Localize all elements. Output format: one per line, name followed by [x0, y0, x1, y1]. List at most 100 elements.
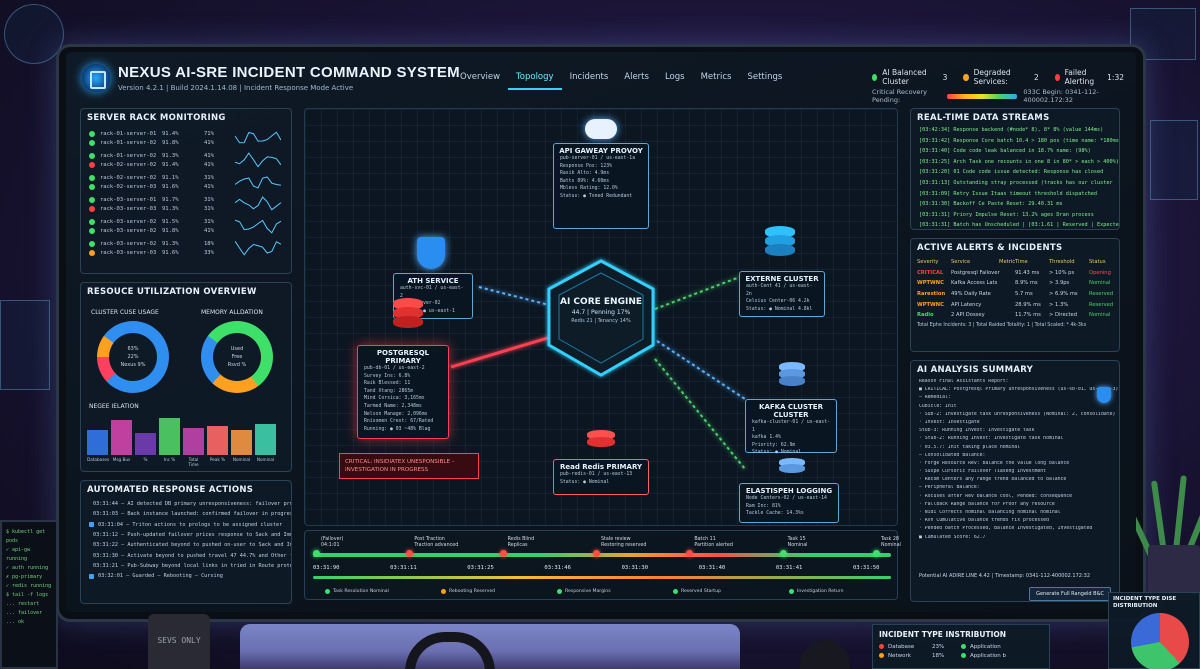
- alerts-column-header[interactable]: Threshold: [1049, 259, 1089, 265]
- timeline-event-label: Task 28 Nominal: [881, 537, 901, 548]
- timeline-time: 03:31:41: [775, 565, 803, 571]
- status-dot: [89, 161, 95, 168]
- background-chart-panel-right: [1150, 120, 1198, 200]
- tab-metrics[interactable]: Metrics: [693, 68, 740, 90]
- action-text: 03:31:12 – Push-updated failover prices …: [93, 532, 291, 539]
- action-list: 03:31:44 – AI detected DB primary unresp…: [81, 499, 291, 581]
- resource-panel: RESOUCE UTILIZATION OVERVIEW CLUSTER CUS…: [80, 282, 292, 472]
- resource-bar: [111, 419, 132, 455]
- timeline-legend-item: Reserved Startup: [673, 589, 721, 594]
- summary-row: · Invest: Investigate: [919, 419, 980, 425]
- node-detail: Ram Inc: 81%: [746, 503, 781, 509]
- alerts-table-header: Severity Service Metric Time Threshold Status: [911, 257, 1119, 268]
- postgresql-primary-node[interactable]: POSTGRESQL PRIMARY pub-db-01 / us-east-2…: [357, 345, 449, 439]
- server-cpu: 91.7%: [162, 196, 179, 203]
- tab-overview[interactable]: Overview: [452, 68, 508, 90]
- action-row[interactable]: 03:31:12 – Push-updated failover prices …: [81, 530, 291, 540]
- timeline-event[interactable]: Batch 11 Partition alerted: [686, 537, 733, 557]
- link-auth-core: [478, 286, 550, 306]
- alert-row[interactable]: CRITICAL Postgresql Failover 91.43 ms > …: [911, 268, 1119, 279]
- summary-row: – Remedial:: [919, 395, 951, 401]
- external-cluster-node[interactable]: EXTERNE CLUSTER auth-Cent 41 / us-east-2…: [739, 271, 825, 317]
- timeline-event[interactable]: (Failover) 04:1:01: [313, 537, 344, 557]
- action-row[interactable]: 03:32:01 – Guarded – Rebooting – Cursing: [81, 571, 291, 581]
- alert-row[interactable]: Rarestion 49% Daily Rate 5.7 ms > 6.9% m…: [911, 289, 1119, 300]
- action-row[interactable]: 03:31:44 – AI detected DB primary unresp…: [81, 499, 291, 509]
- shield-logo-icon: [82, 64, 110, 92]
- tab-settings[interactable]: Settings: [739, 68, 790, 90]
- kafka-cluster-node[interactable]: KAFKA CLUSTER CLUSTER kafka-cluster-01 /…: [745, 399, 837, 455]
- alert-row[interactable]: WPTWNC API Latency 28.9% ms > 1.3% Reser…: [911, 299, 1119, 310]
- alert-threshold: > 10% ps: [1049, 269, 1075, 276]
- elasticsearch-logging-node[interactable]: ELASTISPEH LOGGING Node Centers-02 / us-…: [739, 483, 839, 523]
- tab-incidents[interactable]: Incidents: [562, 68, 617, 90]
- sparkline: [235, 219, 281, 234]
- alerts-column-header[interactable]: Metric: [999, 259, 1015, 265]
- server-mem: 41%: [204, 161, 214, 168]
- alerts-column-header[interactable]: Status: [1089, 259, 1119, 265]
- timeline-time: 03:31:90: [313, 565, 340, 571]
- node-detail: Node Centers-02 / us-east-14: [746, 496, 827, 501]
- node-detail: Rnisomen Crest: 67/Rated: [364, 419, 434, 425]
- alert-severity: WPTWNC: [917, 301, 944, 308]
- server-cpu: 91.3%: [162, 152, 179, 159]
- sparkline: [235, 176, 281, 189]
- server-cpu: 91.4%: [162, 161, 179, 168]
- server-mem: 41%: [204, 227, 214, 234]
- panel-title: AUTOMATED RESPONSE ACTIONS: [87, 485, 254, 495]
- server-name: rack-01-server-02: [100, 139, 157, 146]
- timeline-event-label: (Failover) 04:1:01: [321, 537, 344, 548]
- alerts-column-header[interactable]: Service: [951, 259, 999, 265]
- summary-row: · Rocuses after Rev balance cool, Pended…: [919, 493, 1073, 499]
- timeline-event[interactable]: Stale review Restoring reserved: [593, 537, 646, 557]
- server-cpu: 91.5%: [162, 218, 179, 225]
- summary-row: · Stub-2: Running Invest: Investigate ta…: [919, 436, 1064, 442]
- core-engine-label[interactable]: AI CORE ENGINE 44.7 | Penning 17% Redis …: [549, 297, 653, 324]
- node-detail: Status: ● Toned Redundant: [560, 193, 633, 199]
- api-gateway-node[interactable]: API GAWEAY PROVOY pub-server-01 / us-eas…: [553, 143, 649, 229]
- automated-actions-panel: AUTOMATED RESPONSE ACTIONS 03:31:44 – AI…: [80, 480, 292, 604]
- rack-group: rack-03-server-02 91.5% 31% rack-03-serv…: [81, 217, 291, 235]
- critical-alert-banner[interactable]: CRITICAL: INSIDIATEX UNESPONSIBLE – INVE…: [339, 453, 479, 479]
- action-row[interactable]: 03:31:03 – Back instance launched: confi…: [81, 509, 291, 519]
- panel-title: SERVER RACK MONITORING: [87, 113, 226, 123]
- stream-row: [03:31:42] Response Core batch 10.4 > 18…: [919, 137, 1119, 144]
- alert-row[interactable]: WPTWNC Kafka Access Lats 8.9% ms > 3.9ps…: [911, 278, 1119, 289]
- alerts-table-body: CRITICAL Postgresql Failover 91.43 ms > …: [911, 268, 1119, 321]
- timeline-event[interactable]: Task 15 Nominal: [779, 537, 808, 557]
- alert-row[interactable]: Radio 2 API Dossey 11.7% ms > Directed N…: [911, 310, 1119, 321]
- resource-bar-labels: Databases Msg Bus% Inc % Total Time Peak % No…: [87, 457, 281, 467]
- action-text: 03:31:30 – Activate beyond to pushed tra…: [93, 552, 291, 559]
- alerts-column-header[interactable]: Time: [1015, 259, 1049, 265]
- action-text: 03:31:44 – AI detected DB primary unresp…: [93, 501, 291, 508]
- timeline-event[interactable]: Task 28 Nominal: [873, 537, 901, 557]
- generate-report-button[interactable]: Generate Full Rangeld B&C: [1029, 587, 1111, 601]
- panel-title: INCIDENT TYPE INSTRIBUTION: [879, 630, 1007, 639]
- tab-topology[interactable]: Topology: [508, 68, 562, 90]
- incident-type-panel: INCIDENT TYPE INSTRIBUTION Database 23% Ap…: [872, 624, 1050, 669]
- action-row[interactable]: 03:31:21 – Pub-Subway beyond local links…: [81, 561, 291, 571]
- action-row[interactable]: 03:31:22 – Authenticated beyond to pushe…: [81, 540, 291, 550]
- timeline-event[interactable]: Redis Blind Replicas: [499, 537, 534, 557]
- action-text: 03:31:22 – Authenticated beyond to pushe…: [93, 542, 291, 549]
- server-cpu: 91.4%: [162, 130, 179, 137]
- legend-dot: [789, 589, 794, 594]
- tab-logs[interactable]: Logs: [657, 68, 693, 90]
- tab-alerts[interactable]: Alerts: [616, 68, 657, 90]
- action-row[interactable]: 03:31:30 – Activate beyond to pushed tra…: [81, 550, 291, 560]
- action-row[interactable]: 03:31:04 – Triton actions to prologs to …: [81, 520, 291, 530]
- panel-title: RESOUCE UTILIZATION OVERVIEW: [87, 287, 257, 297]
- stream-row: [03:31:30] Backoff Ce Paste Reset: 29.40…: [919, 201, 1063, 208]
- app-title: NEXUS AI-SRE INCIDENT COMMAND SYSTEM: [118, 64, 460, 81]
- server-cpu: 91.3%: [162, 205, 179, 212]
- alerts-column-header[interactable]: Severity: [917, 259, 951, 265]
- redis-primary-node[interactable]: Read Redis PRIMARY pub-redis-01 / us-eas…: [553, 459, 649, 495]
- status-failed: Failed Alerting 1:32: [1054, 68, 1124, 86]
- server-mem: 31%: [204, 218, 214, 225]
- server-name: rack-03-server-01: [100, 196, 157, 203]
- timeline-event[interactable]: Post Traction Traction advanced: [406, 537, 458, 557]
- dashboard-screen: NEXUS AI-SRE INCIDENT COMMAND SYSTEM Ver…: [66, 52, 1136, 612]
- timeline-event-label: Batch 11 Partition alerted: [694, 537, 733, 548]
- legend-dot: [557, 589, 562, 594]
- link-core-elastic: [654, 358, 746, 470]
